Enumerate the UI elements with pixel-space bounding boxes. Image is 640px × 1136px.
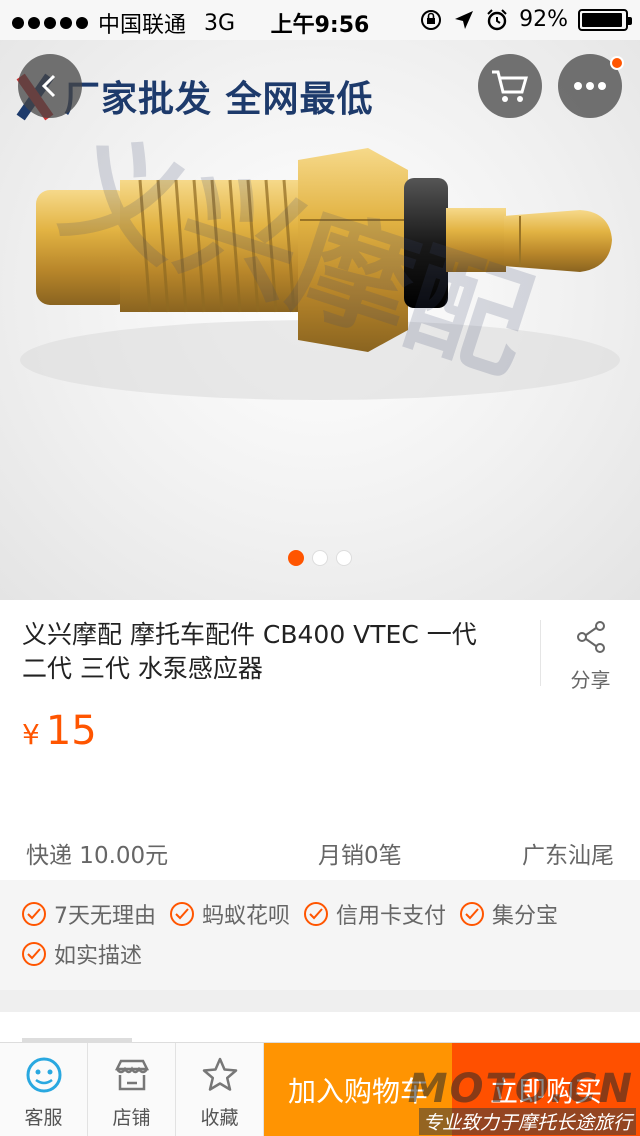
add-to-cart-button[interactable]: 加入购物车 (264, 1043, 452, 1136)
service-item: 7天无理由 (22, 900, 156, 929)
customer-service-icon (26, 1057, 61, 1093)
tab-favorite[interactable]: 收藏 (176, 1043, 264, 1136)
product-title: 义兴摩配 摩托车配件 CB400 VTEC 一代 二代 三代 水泵感应器 (22, 620, 477, 683)
battery-icon (578, 8, 632, 31)
price-value: 15 (45, 708, 97, 754)
more-button[interactable] (558, 54, 624, 118)
service-item: 信用卡支付 (304, 900, 447, 929)
product-info: 义兴摩配 摩托车配件 CB400 VTEC 一代 二代 三代 水泵感应器 分享 … (0, 600, 640, 880)
chevron-left-icon (41, 74, 56, 98)
next-section-peek (0, 1012, 640, 1042)
check-circle-icon (170, 902, 194, 926)
alarm-icon (487, 8, 507, 30)
shop-icon (114, 1059, 149, 1091)
cart-button[interactable] (478, 54, 542, 118)
service-item: 集分宝 (460, 900, 559, 929)
star-icon (202, 1057, 237, 1091)
share-button[interactable]: 分享 (540, 620, 640, 692)
service-label: 蚂蚁花呗 (202, 904, 291, 929)
battery-percent: 92% (519, 7, 568, 32)
tab-label: 收藏 (200, 1107, 239, 1129)
service-item: 蚂蚁花呗 (170, 900, 291, 929)
notification-dot (610, 56, 624, 70)
page-indicator (0, 550, 640, 566)
check-circle-icon (22, 902, 46, 926)
check-circle-icon (22, 942, 46, 966)
rotation-lock-icon (421, 9, 442, 30)
status-right: 92% (419, 7, 632, 32)
service-label: 集分宝 (492, 904, 559, 929)
tab-label: 店铺 (112, 1107, 151, 1129)
price: ¥ 15 (22, 708, 97, 754)
product-meta: 快递 10.00元 月销0笔 广东汕尾 (0, 832, 640, 872)
tab-shop[interactable]: 店铺 (88, 1043, 176, 1136)
service-item: 如实描述 (22, 940, 143, 969)
check-circle-icon (304, 902, 329, 926)
check-circle-icon (460, 902, 485, 926)
section-divider (0, 990, 640, 1012)
shopping-cart-icon (492, 70, 528, 102)
buy-now-button[interactable]: 立即购买 (452, 1043, 640, 1136)
tab-customer-service[interactable]: 客服 (0, 1043, 88, 1136)
service-label: 7天无理由 (54, 904, 156, 929)
page-dot (288, 550, 304, 566)
monthly-sales: 月销0笔 (318, 843, 402, 869)
service-guarantees[interactable]: 7天无理由 蚂蚁花呗 信用卡支付 集分宝 如实描述 (0, 880, 640, 990)
share-label: 分享 (570, 668, 611, 692)
status-bar: 中国联通 3G 上午9:56 92% (0, 0, 640, 40)
page-dot (336, 550, 352, 566)
service-label: 如实描述 (54, 944, 143, 969)
more-dots-icon (574, 82, 606, 90)
ship-location: 广东汕尾 (522, 843, 614, 869)
price-currency: ¥ (22, 718, 40, 751)
share-icon (576, 621, 605, 653)
bottom-action-bar: 客服 店铺 收藏 加入购物车 立即购买 (0, 1042, 640, 1136)
back-button[interactable] (18, 54, 82, 118)
product-image-carousel[interactable]: 厂家批发 全网最低 义兴摩配 (0, 40, 640, 600)
location-arrow-icon (455, 10, 474, 29)
page-dot (312, 550, 328, 566)
tab-label: 客服 (24, 1107, 63, 1129)
shipping-fee: 快递 10.00元 (26, 843, 169, 869)
service-label: 信用卡支付 (336, 904, 447, 929)
